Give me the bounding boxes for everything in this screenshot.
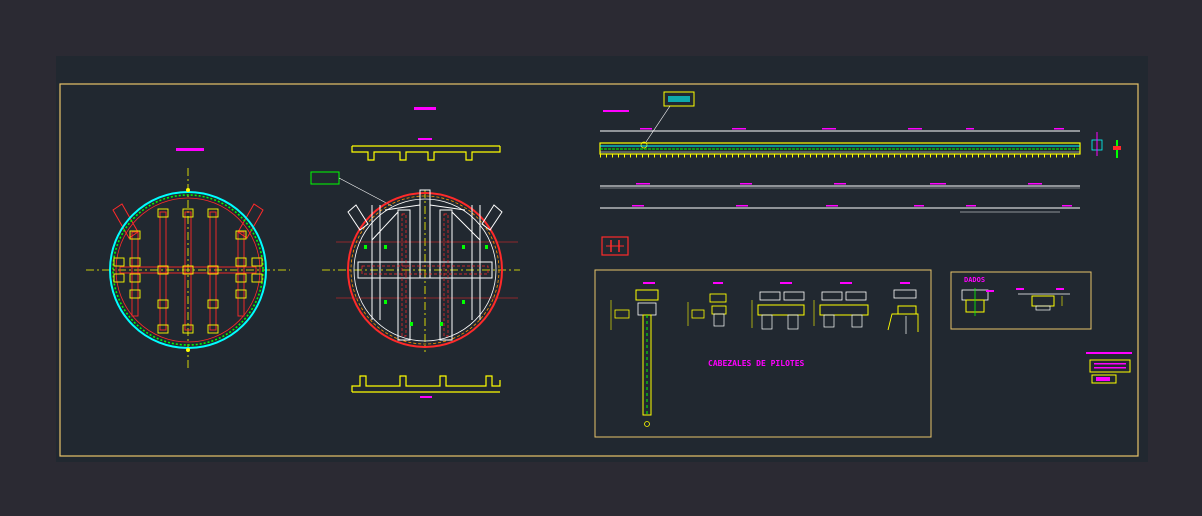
detail-callout-fill bbox=[668, 96, 690, 102]
title-block-heading bbox=[1086, 352, 1132, 354]
strip-label-bottom bbox=[420, 396, 432, 398]
cad-drawing-canvas[interactable]: CABEZALES DE PILOTES DADOS bbox=[0, 0, 1202, 516]
axis-marker-bottom bbox=[186, 348, 190, 352]
title-block-stamp bbox=[1096, 377, 1110, 381]
model-space-viewport[interactable] bbox=[56, 56, 1148, 462]
details-title: DADOS bbox=[964, 276, 985, 284]
pile-caps-title: CABEZALES DE PILOTES bbox=[708, 359, 805, 368]
title-block-text-1 bbox=[1094, 363, 1126, 365]
plan-title-center bbox=[414, 107, 436, 110]
strip-label-top bbox=[418, 138, 432, 140]
cad-application: CABEZALES DE PILOTES DADOS bbox=[0, 0, 1202, 516]
title-block-text-2 bbox=[1094, 367, 1126, 369]
section-title bbox=[603, 110, 629, 112]
axis-marker-top bbox=[186, 188, 190, 192]
plan-title-left bbox=[176, 148, 204, 151]
